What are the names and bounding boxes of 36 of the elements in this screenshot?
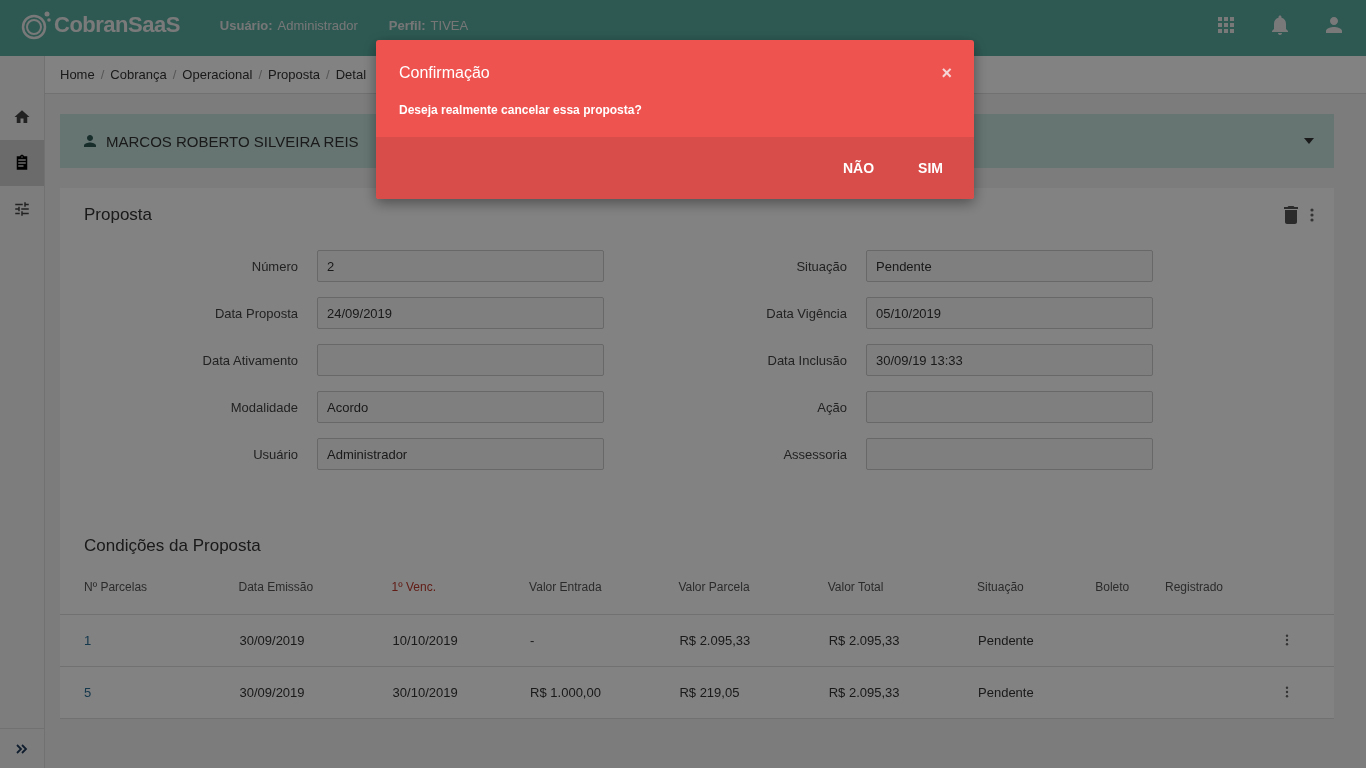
table-cell: Pendente: [978, 685, 1034, 700]
breadcrumb-separator: /: [172, 67, 177, 82]
field-label: Ação: [816, 399, 847, 415]
field-label: Assessoria: [782, 446, 847, 462]
breadcrumb-separator: /: [100, 67, 105, 82]
table-cell: R$ 2.095,33: [828, 685, 900, 700]
field-label: Usuário: [252, 446, 298, 462]
table-cell: R$ 219,05: [679, 685, 740, 700]
breadcrumb-separator: /: [326, 67, 330, 82]
field-label: Número: [250, 258, 298, 274]
field-label: Data Proposta: [213, 305, 298, 321]
table-cell: 10/10/2019: [392, 633, 458, 648]
user-label: Usuário:: [219, 17, 273, 33]
section-title: Condições da Proposta: [84, 536, 262, 556]
brand-name: CobranSaaS: [54, 12, 180, 38]
dialog-message: Deseja realmente cancelar essa proposta?: [399, 103, 643, 117]
field-label: Data Ativamento: [201, 352, 298, 368]
table-cell: -: [530, 633, 535, 648]
field-label: Situação: [795, 258, 847, 274]
field-label: Modalidade: [229, 399, 298, 415]
breadcrumb-separator: /: [258, 67, 263, 82]
dialog-title: Confirmação: [399, 64, 490, 82]
profile-label: Perfil:: [388, 17, 426, 33]
table-cell: 30/10/2019: [392, 685, 458, 700]
table-cell: R$ 2.095,33: [828, 633, 900, 648]
field-label: Data Vigência: [765, 305, 847, 321]
table-cell: 30/09/2019: [239, 633, 305, 648]
table-cell: 30/09/2019: [239, 685, 305, 700]
field-label: Data Inclusão: [766, 352, 847, 368]
profile-name: TIVEA: [430, 17, 469, 33]
table-cell: Pendente: [978, 633, 1034, 648]
user-name: Administrador: [277, 17, 358, 33]
card-title: Proposta: [84, 205, 153, 225]
table-cell: R$ 1.000,00: [530, 685, 601, 700]
client-name: MARCOS ROBERTO SILVEIRA REIS: [106, 132, 359, 150]
table-cell: R$ 2.095,33: [679, 633, 751, 648]
